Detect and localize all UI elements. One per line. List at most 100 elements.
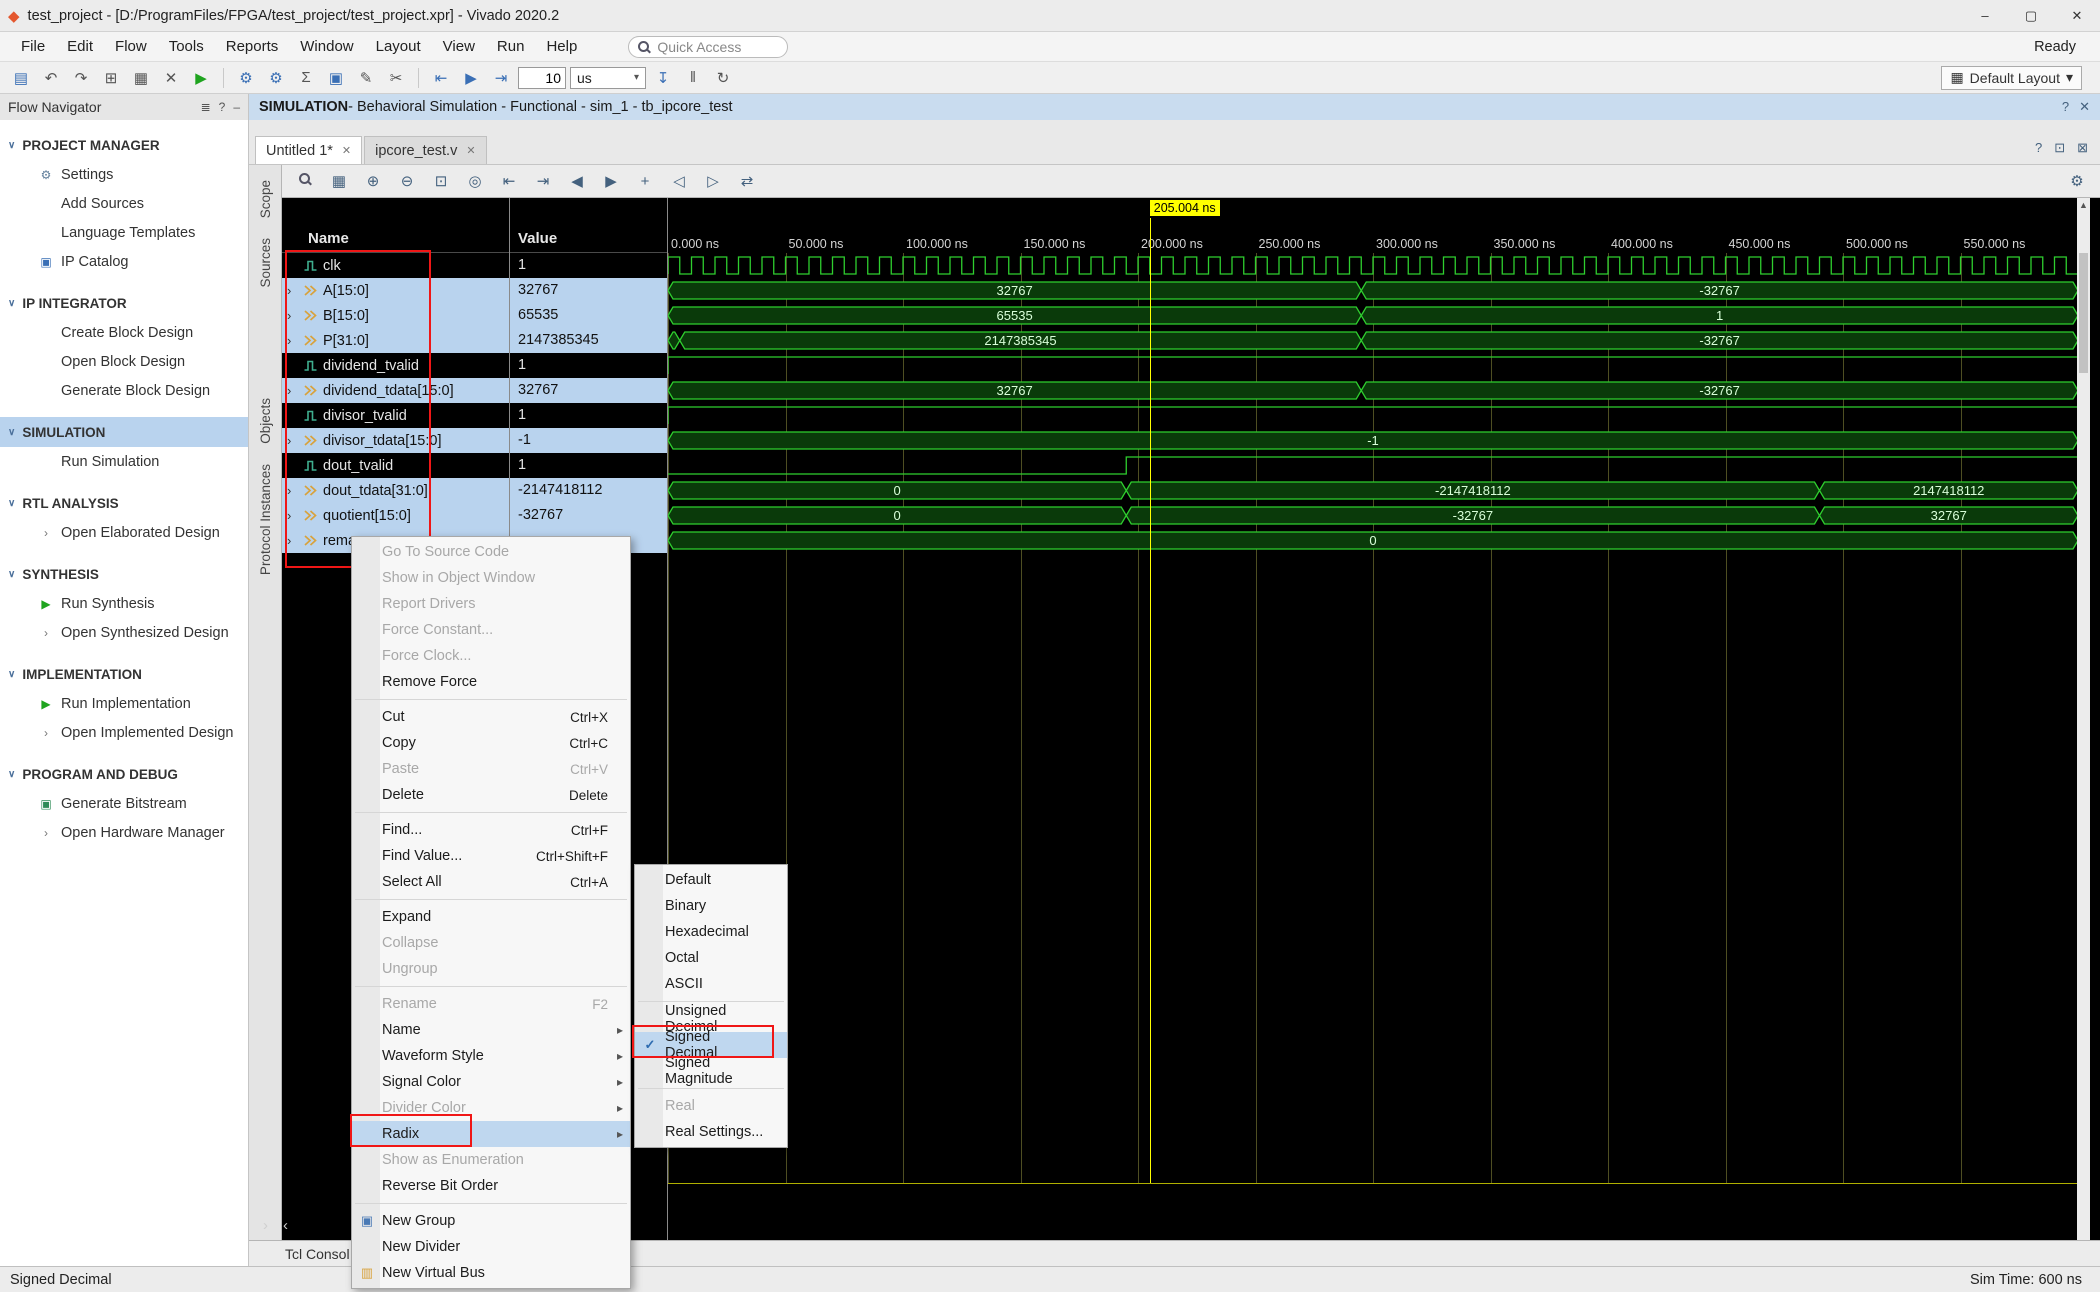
expand-icon[interactable]: › bbox=[287, 383, 298, 398]
flow-item-generate-bitstream[interactable]: ▣Generate Bitstream bbox=[0, 789, 248, 818]
zoom-out-icon[interactable]: ⊖ bbox=[396, 172, 418, 190]
menuitem-cut[interactable]: CutCtrl+X bbox=[352, 704, 630, 730]
menuitem-new-virtual-bus[interactable]: ▥New Virtual Bus bbox=[352, 1260, 630, 1286]
help-icon[interactable]: ? bbox=[219, 100, 226, 114]
redo-icon[interactable]: ↷ bbox=[68, 66, 94, 90]
debug-chip-icon[interactable]: ▣ bbox=[323, 66, 349, 90]
signal-value-divisor-tvalid[interactable]: 1 bbox=[510, 403, 667, 428]
next-transition-icon[interactable]: ▶ bbox=[600, 172, 622, 190]
menuitem-default[interactable]: Default bbox=[635, 867, 787, 893]
wave-trace-dout-tdata-31-0[interactable]: 0-21474181122147418112 bbox=[668, 478, 2077, 503]
add-marker-icon[interactable]: + bbox=[634, 173, 656, 190]
signal-name-divisor-tvalid[interactable]: divisor_tvalid bbox=[282, 403, 509, 428]
flow-section-header-synthesis[interactable]: ∨SYNTHESIS bbox=[0, 559, 248, 589]
expand-icon[interactable]: › bbox=[287, 433, 298, 448]
flow-item-run-simulation[interactable]: Run Simulation bbox=[0, 447, 248, 476]
wave-trace-p-31-0[interactable]: 2147385345-32767 bbox=[668, 328, 2077, 353]
maximize-window-icon[interactable]: ⊠ bbox=[2077, 140, 2088, 156]
flow-item-generate-block-design[interactable]: Generate Block Design bbox=[0, 376, 248, 405]
menuitem-new-divider[interactable]: New Divider bbox=[352, 1234, 630, 1260]
wave-trace-dividend-tdata-15-0[interactable]: 32767-32767 bbox=[668, 378, 2077, 403]
scroll-up-icon[interactable]: ▲ bbox=[2077, 198, 2090, 210]
menuitem-binary[interactable]: Binary bbox=[635, 893, 787, 919]
menuitem-octal[interactable]: Octal bbox=[635, 945, 787, 971]
scrollbar-thumb[interactable] bbox=[2079, 253, 2088, 373]
vertical-scrollbar[interactable]: ▲ bbox=[2077, 198, 2090, 1240]
flow-item-run-implementation[interactable]: ▶Run Implementation bbox=[0, 689, 248, 718]
edit-pencil-icon[interactable]: ✎ bbox=[353, 66, 379, 90]
step-icon[interactable]: ↧ bbox=[650, 66, 676, 90]
menuitem-radix[interactable]: Radix▸ bbox=[352, 1121, 630, 1147]
time-cursor-label[interactable]: 205.004 ns bbox=[1150, 200, 1220, 216]
previous-marker-icon[interactable]: ◁ bbox=[668, 172, 690, 190]
expand-icon[interactable]: › bbox=[287, 533, 298, 548]
flow-section-header-program-and-debug[interactable]: ∨PROGRAM AND DEBUG bbox=[0, 759, 248, 789]
pause-icon[interactable]: ‖ bbox=[680, 66, 706, 90]
close-tab-icon[interactable]: ✕ bbox=[466, 144, 475, 157]
wave-trace-divisor-tvalid[interactable] bbox=[668, 403, 2077, 428]
menuitem-signal-color[interactable]: Signal Color▸ bbox=[352, 1069, 630, 1095]
report-sum-icon[interactable]: Σ bbox=[293, 66, 319, 90]
relaunch-icon[interactable]: ↻ bbox=[710, 66, 736, 90]
menuitem-select-all[interactable]: Select AllCtrl+A bbox=[352, 869, 630, 895]
signal-value-a-15-0[interactable]: 32767 bbox=[510, 278, 667, 303]
menu-help[interactable]: Help bbox=[535, 32, 588, 62]
menuitem-hexadecimal[interactable]: Hexadecimal bbox=[635, 919, 787, 945]
signal-name-dividend-tvalid[interactable]: dividend_tvalid bbox=[282, 353, 509, 378]
run-for-icon[interactable]: ⇥ bbox=[488, 66, 514, 90]
sim-time-unit-select[interactable]: us ▾ bbox=[570, 67, 646, 89]
signal-value-divisor-tdata-15-0[interactable]: -1 bbox=[510, 428, 667, 453]
wave-canvas[interactable]: 0.000 ns50.000 ns100.000 ns150.000 ns200… bbox=[667, 198, 2077, 1240]
tab-ipcore-test-v[interactable]: ipcore_test.v✕ bbox=[364, 136, 486, 164]
time-ruler[interactable]: 0.000 ns50.000 ns100.000 ns150.000 ns200… bbox=[668, 198, 2077, 251]
next-marker-icon[interactable]: ▷ bbox=[702, 172, 724, 190]
signal-name-dout-tvalid[interactable]: dout_tvalid bbox=[282, 453, 509, 478]
signal-name-dividend-tdata-15-0[interactable]: ›dividend_tdata[15:0] bbox=[282, 378, 509, 403]
waveform-settings-gear-icon[interactable]: ⚙ bbox=[2066, 172, 2088, 190]
menu-view[interactable]: View bbox=[432, 32, 486, 62]
menuitem-find-value[interactable]: Find Value...Ctrl+Shift+F bbox=[352, 843, 630, 869]
flow-section-header-implementation[interactable]: ∨IMPLEMENTATION bbox=[0, 659, 248, 689]
signal-value-quotient-15-0[interactable]: -32767 bbox=[510, 503, 667, 528]
collapse-all-icon[interactable]: ≣ bbox=[201, 100, 211, 114]
quick-access-search[interactable]: Quick Access bbox=[628, 36, 788, 58]
menuitem-expand[interactable]: Expand bbox=[352, 904, 630, 930]
time-cursor-line[interactable] bbox=[1150, 218, 1151, 1183]
zoom-in-icon[interactable]: ⊕ bbox=[362, 172, 384, 190]
scroll-left-icon[interactable]: ‹ bbox=[283, 1217, 288, 1234]
help-icon[interactable]: ? bbox=[2062, 99, 2069, 115]
flow-section-header-simulation[interactable]: ∨SIMULATION bbox=[0, 417, 248, 447]
wave-trace-dout-tvalid[interactable] bbox=[668, 453, 2077, 478]
signal-name-divisor-tdata-15-0[interactable]: ›divisor_tdata[15:0] bbox=[282, 428, 509, 453]
close-tab-icon[interactable]: ✕ bbox=[342, 144, 351, 157]
wave-trace-clk[interactable] bbox=[668, 253, 2077, 278]
signal-value-p-31-0[interactable]: 2147385345 bbox=[510, 328, 667, 353]
copy-icon[interactable]: ⊞ bbox=[98, 66, 124, 90]
restart-simulation-icon[interactable]: ⇤ bbox=[428, 66, 454, 90]
flow-section-header-project-manager[interactable]: ∨PROJECT MANAGER bbox=[0, 130, 248, 160]
flow-item-open-hardware-manager[interactable]: ›Open Hardware Manager bbox=[0, 818, 248, 847]
flow-item-open-elaborated-design[interactable]: ›Open Elaborated Design bbox=[0, 518, 248, 547]
help-icon[interactable]: ? bbox=[2035, 140, 2042, 156]
menu-file[interactable]: File bbox=[10, 32, 56, 62]
signal-value-dividend-tvalid[interactable]: 1 bbox=[510, 353, 667, 378]
wave-trace-dividend-tvalid[interactable] bbox=[668, 353, 2077, 378]
menu-flow[interactable]: Flow bbox=[104, 32, 158, 62]
undo-icon[interactable]: ↶ bbox=[38, 66, 64, 90]
value-column-header[interactable]: Value bbox=[510, 225, 667, 253]
zoom-to-cursor-icon[interactable]: ◎ bbox=[464, 172, 486, 190]
menuitem-remove-force[interactable]: Remove Force bbox=[352, 669, 630, 695]
menu-tools[interactable]: Tools bbox=[158, 32, 215, 62]
minimize-panel-icon[interactable]: – bbox=[233, 100, 240, 114]
open-project-icon[interactable]: ▤ bbox=[8, 66, 34, 90]
settings-wrench-icon[interactable]: ⚙ bbox=[233, 66, 259, 90]
signal-name-p-31-0[interactable]: ›P[31:0] bbox=[282, 328, 509, 353]
close-button[interactable]: ✕ bbox=[2054, 0, 2100, 32]
flow-item-settings[interactable]: ⚙Settings bbox=[0, 160, 248, 189]
tcl-console-tab[interactable]: Tcl Consol bbox=[249, 1246, 350, 1262]
menuitem-real-settings[interactable]: Real Settings... bbox=[635, 1119, 787, 1145]
menuitem-find[interactable]: Find...Ctrl+F bbox=[352, 817, 630, 843]
expand-icon[interactable]: › bbox=[287, 333, 298, 348]
menu-edit[interactable]: Edit bbox=[56, 32, 104, 62]
menuitem-copy[interactable]: CopyCtrl+C bbox=[352, 730, 630, 756]
